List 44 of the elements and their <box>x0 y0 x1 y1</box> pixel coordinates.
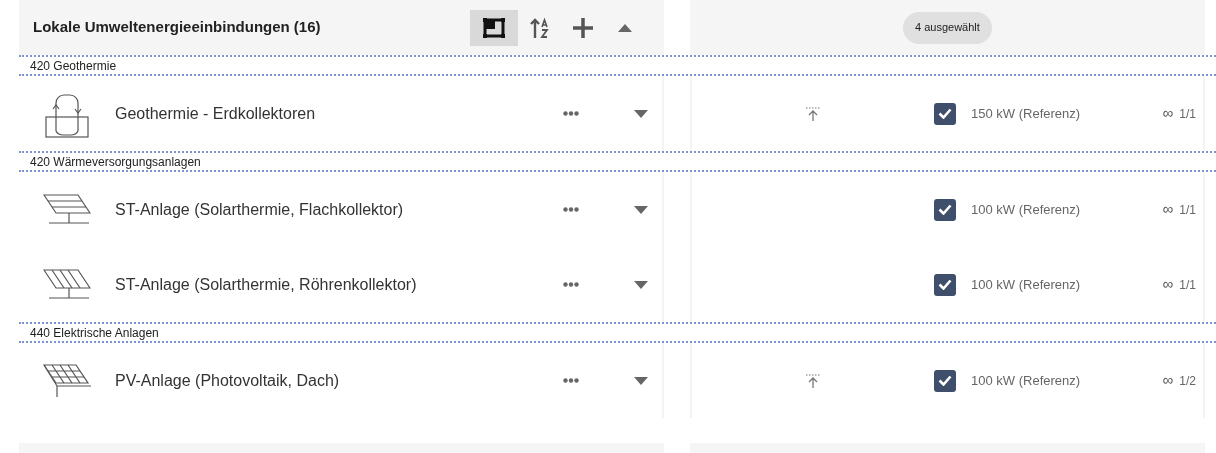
check-icon <box>938 375 952 386</box>
item-label: ST-Anlage (Solarthermie, Flachkollektor) <box>115 199 405 220</box>
power-value: 100 kW (Referenz) <box>971 200 1082 219</box>
collapse-icon <box>618 23 632 32</box>
solar-panel-icon <box>43 363 91 398</box>
group-header: 420 Geothermie <box>30 57 117 75</box>
power-value: 100 kW (Referenz) <box>971 275 1082 294</box>
checkbox[interactable] <box>934 369 956 392</box>
add-icon <box>572 16 594 39</box>
count-value: 1/1 <box>1179 276 1196 294</box>
more-icon[interactable] <box>563 282 579 287</box>
selection-badge: 4 ausgewählt <box>903 11 992 44</box>
more-icon[interactable] <box>563 111 579 116</box>
dropdown-caret-icon[interactable] <box>634 376 648 385</box>
frame-button[interactable] <box>470 9 518 46</box>
group-header: 440 Elektrische Anlagen <box>30 324 159 342</box>
count-value: 1/1 <box>1179 105 1196 123</box>
check-icon <box>938 204 952 215</box>
frame-icon <box>482 16 506 39</box>
item-label: PV-Anlage (Photovoltaik, Dach) <box>115 370 341 391</box>
count-value: 1/2 <box>1179 372 1196 390</box>
panel-title: Lokale Umweltenergieeinbindungen (16) <box>33 17 322 38</box>
tube-collector-icon <box>43 268 91 301</box>
power-value: 150 kW (Referenz) <box>971 104 1082 123</box>
more-icon[interactable] <box>563 378 579 383</box>
check-icon <box>938 108 952 119</box>
solar-collector-icon <box>43 193 91 226</box>
power-value: 100 kW (Referenz) <box>971 371 1082 390</box>
check-icon <box>938 279 952 290</box>
checkbox[interactable] <box>934 102 956 125</box>
item-label: Geothermie - Erdkollektoren <box>115 103 317 124</box>
dropdown-caret-icon[interactable] <box>634 109 648 118</box>
more-icon[interactable] <box>563 207 579 212</box>
dropdown-caret-icon[interactable] <box>634 280 648 289</box>
group-header: 420 Wärmeversorgungsanlagen <box>30 153 201 171</box>
checkbox[interactable] <box>934 198 956 221</box>
dropdown-caret-icon[interactable] <box>634 205 648 214</box>
infinity-symbol: ∞ <box>1162 103 1174 124</box>
count-value: 1/1 <box>1179 201 1196 219</box>
infinity-symbol: ∞ <box>1162 274 1174 295</box>
infinity-symbol: ∞ <box>1162 370 1174 391</box>
infinity-symbol: ∞ <box>1162 199 1174 220</box>
item-label: ST-Anlage (Solarthermie, Röhrenkollektor) <box>115 274 418 295</box>
checkbox[interactable] <box>934 273 956 296</box>
